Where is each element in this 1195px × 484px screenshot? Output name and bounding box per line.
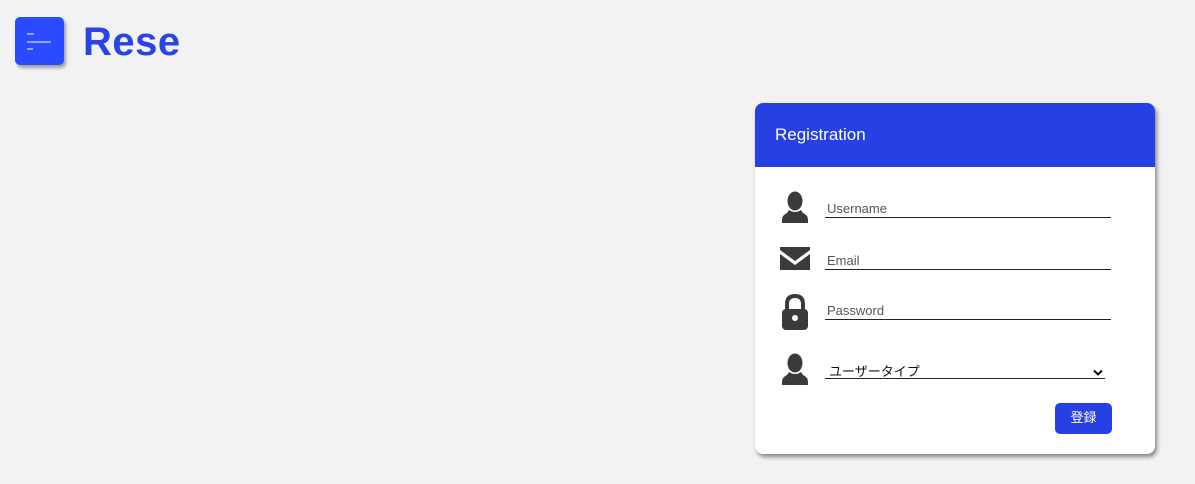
user-type-row: ユーザータイプ bbox=[755, 351, 1155, 391]
email-row bbox=[755, 243, 1155, 283]
menu-button[interactable] bbox=[15, 17, 64, 65]
user-type-select[interactable]: ユーザータイプ bbox=[825, 360, 1105, 382]
user-icon bbox=[779, 189, 811, 229]
password-row bbox=[755, 291, 1155, 331]
register-button[interactable]: 登録 bbox=[1055, 403, 1112, 434]
envelope-icon bbox=[779, 245, 811, 285]
user-icon bbox=[779, 351, 811, 391]
lock-icon bbox=[779, 293, 811, 333]
username-input[interactable] bbox=[825, 199, 1111, 218]
email-input[interactable] bbox=[825, 251, 1111, 270]
password-input[interactable] bbox=[825, 301, 1111, 320]
registration-title: Registration bbox=[755, 103, 1155, 167]
brand-title[interactable]: Rese bbox=[83, 18, 181, 66]
username-row bbox=[755, 188, 1155, 228]
registration-card: Registration Username Email ユーザータイプ 登録 bbox=[755, 103, 1155, 454]
user-type-selected: ユーザータイプ bbox=[829, 365, 920, 380]
chevron-down-icon bbox=[1093, 364, 1103, 382]
menu-icon bbox=[27, 33, 51, 50]
